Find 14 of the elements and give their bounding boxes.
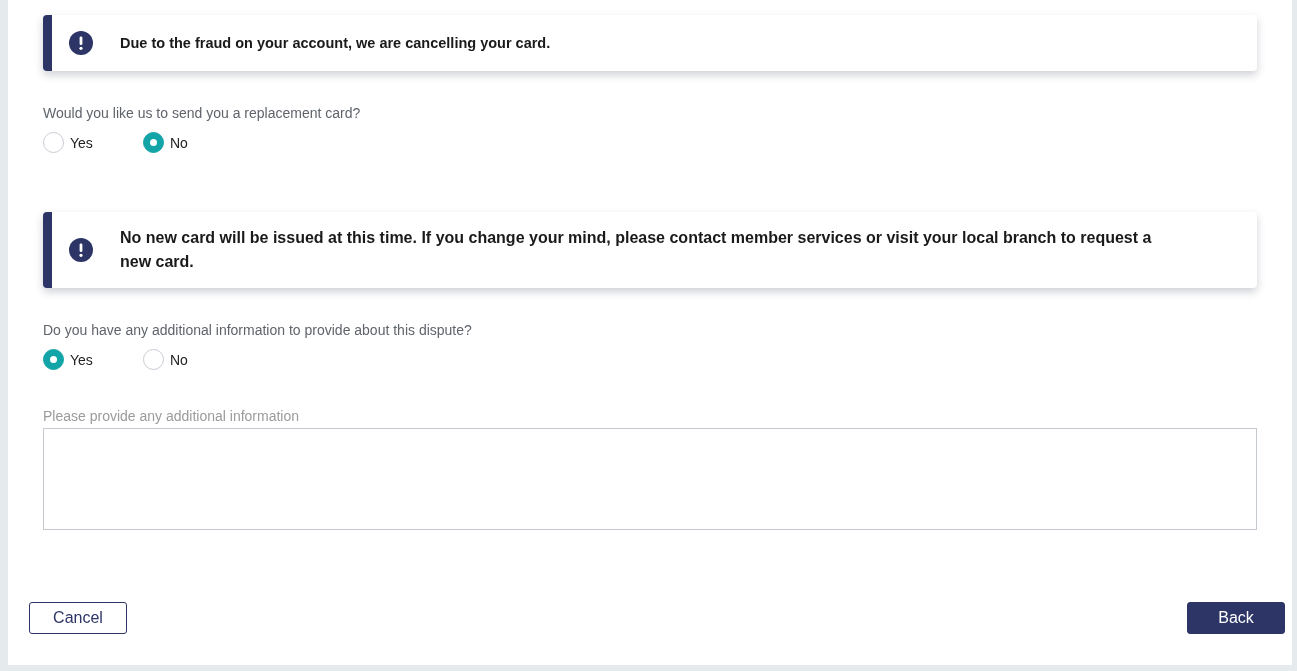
radio-option[interactable]: No — [143, 132, 243, 153]
back-button[interactable]: Back — [1187, 602, 1285, 634]
radio-option[interactable]: Yes — [43, 349, 143, 370]
exclamation-icon — [69, 238, 93, 262]
exclamation-icon — [69, 31, 93, 55]
question-label: Would you like us to send you a replacement card? — [43, 104, 361, 123]
radio-option[interactable]: No — [143, 349, 243, 370]
radio-option[interactable]: Yes — [43, 132, 143, 153]
alert-text: No new card will be issued at this time. If you change your mind, please contact member services or visit your local branch to request a new card. — [120, 228, 1153, 272]
cancel-button[interactable]: Cancel — [29, 602, 127, 634]
field-label: Please provide any additional information — [43, 407, 300, 426]
question-label: Do you have any additional information to provide about this dispute? — [43, 321, 472, 340]
alert-text: Due to the fraud on your account, we are cancelling your card. — [120, 34, 551, 53]
text-area-field[interactable] — [43, 428, 1257, 530]
